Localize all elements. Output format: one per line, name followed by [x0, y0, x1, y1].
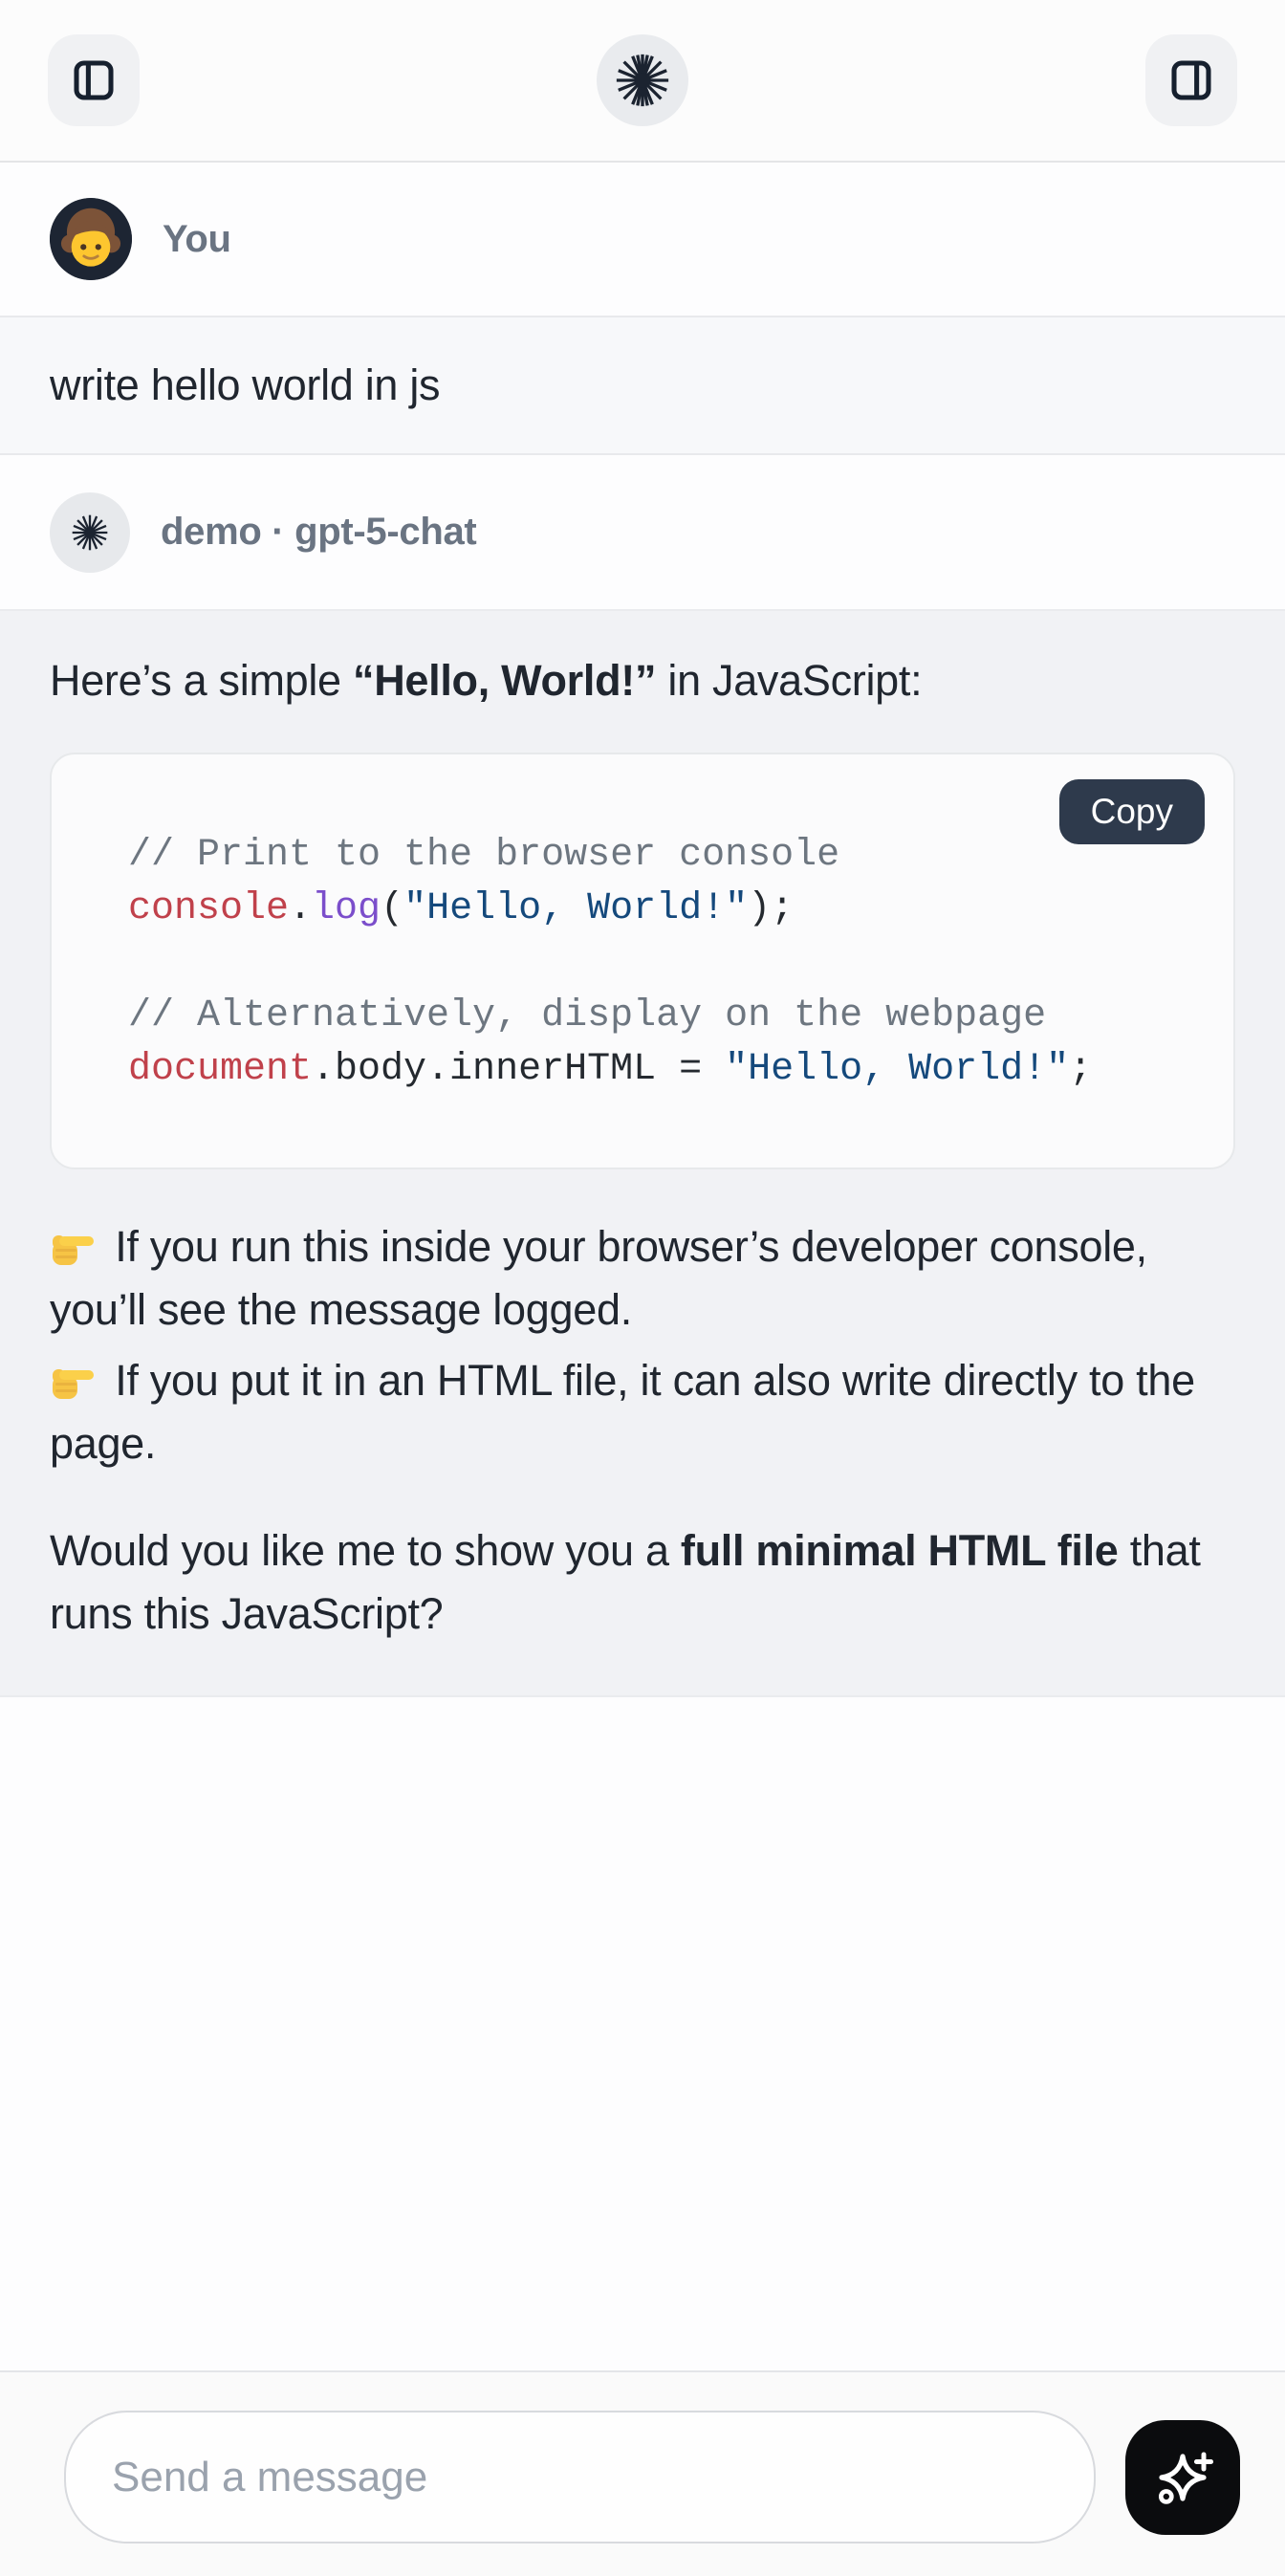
- user-sender-label: You: [163, 218, 231, 261]
- code-line: console.log("Hello, World!");: [128, 883, 1195, 936]
- assistant-message: Here’s a simple “Hello, World!” in JavaS…: [0, 609, 1285, 1697]
- code-line: [128, 936, 1195, 990]
- code-token-plain: .body.innerHTML =: [312, 1048, 725, 1091]
- code-token-comment: // Alternatively, display on the webpage: [128, 994, 1046, 1037]
- bold-text: “Hello, World!”: [353, 656, 656, 705]
- text-run: Here’s a simple: [50, 656, 353, 705]
- text-run: Would you like me to show you a: [50, 1526, 681, 1575]
- assistant-avatar: [50, 492, 130, 573]
- burst-logo-icon: [613, 51, 672, 110]
- assistant-sender-label: demo · gpt-5-chat: [161, 511, 476, 554]
- text-run: If you put it in an HTML file, it can al…: [50, 1356, 1195, 1468]
- text-run: If you run this inside your browser’s de…: [50, 1222, 1147, 1334]
- code-token-plain: .: [289, 887, 312, 930]
- assistant-paragraph: If you put it in an HTML file, it can al…: [50, 1349, 1235, 1475]
- assistant-sender-row: demo · gpt-5-chat: [0, 455, 1285, 609]
- code-token-keyword: document: [128, 1048, 312, 1091]
- code-token-string: "Hello, World!": [403, 887, 748, 930]
- bold-text: full minimal HTML file: [681, 1526, 1119, 1575]
- burst-avatar-icon: [71, 513, 109, 552]
- user-message-text: write hello world in js: [50, 360, 440, 409]
- assistant-intro: Here’s a simple “Hello, World!” in JavaS…: [50, 649, 1235, 712]
- user-sender-row: You: [0, 163, 1285, 316]
- app-logo[interactable]: [597, 34, 688, 126]
- assistant-paragraph: Would you like me to show you a full min…: [50, 1519, 1235, 1646]
- person-emoji-icon: [50, 198, 132, 280]
- sidebar-toggle-button[interactable]: [48, 34, 140, 126]
- code-block: Copy // Print to the browser console cons…: [50, 753, 1235, 1169]
- code-token-plain: );: [748, 887, 794, 930]
- code-line: // Alternatively, display on the webpage: [128, 990, 1195, 1043]
- message-input[interactable]: [64, 2411, 1096, 2543]
- assistant-paragraphs: If you run this inside your browser’s de…: [50, 1215, 1235, 1646]
- right-panel-toggle-button[interactable]: [1145, 34, 1237, 126]
- point-right-emoji: [50, 1222, 96, 1268]
- sparkle-icon: [1151, 2446, 1214, 2509]
- chat-scroll-area[interactable]: You write hello world in js demo · g: [0, 163, 1285, 1697]
- code-content: // Print to the browser console console.l…: [128, 829, 1195, 1097]
- point-right-emoji: [50, 1356, 96, 1402]
- send-button[interactable]: [1125, 2420, 1240, 2535]
- code-token-string: "Hello, World!": [725, 1048, 1069, 1091]
- code-line: // Print to the browser console: [128, 829, 1195, 883]
- code-line: document.body.innerHTML = "Hello, World!…: [128, 1043, 1195, 1097]
- text-run: in JavaScript:: [656, 656, 922, 705]
- panel-left-icon: [68, 55, 120, 106]
- code-token-plain: ;: [1069, 1048, 1092, 1091]
- top-bar: [0, 0, 1285, 163]
- composer-bar: [0, 2370, 1285, 2576]
- code-token-comment: // Print to the browser console: [128, 834, 839, 877]
- user-avatar: [50, 198, 132, 280]
- user-message: write hello world in js: [0, 316, 1285, 455]
- assistant-paragraph: If you run this inside your browser’s de…: [50, 1215, 1235, 1342]
- code-token-function: log: [312, 887, 381, 930]
- panel-right-icon: [1165, 55, 1217, 106]
- code-token-keyword: console: [128, 887, 289, 930]
- code-token-plain: (: [381, 887, 403, 930]
- copy-button[interactable]: Copy: [1059, 779, 1205, 844]
